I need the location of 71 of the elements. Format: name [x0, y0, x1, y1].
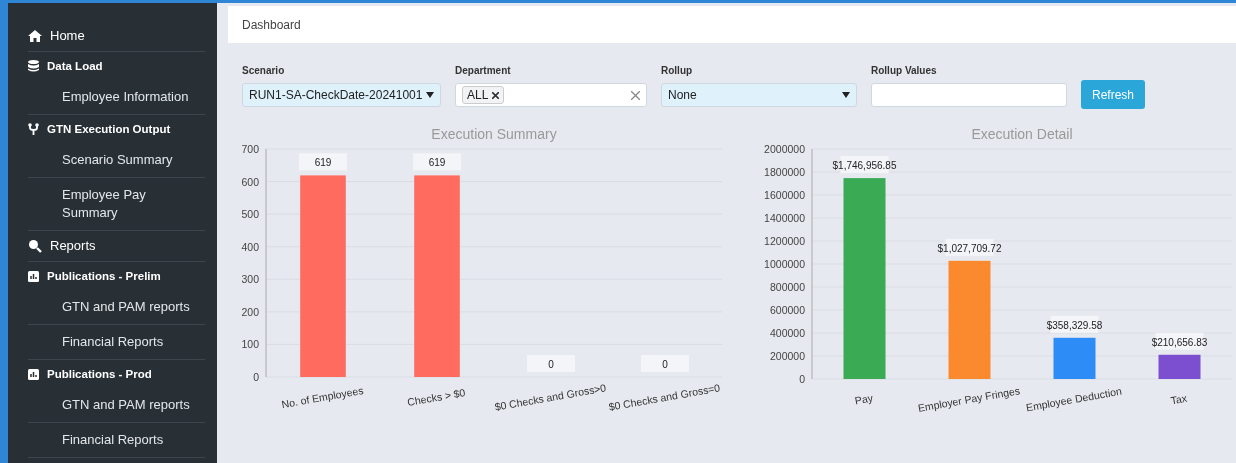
axis-tick-label: 800000 — [769, 281, 805, 293]
bar-chart-icon — [28, 368, 39, 380]
chart-title: Execution Summary — [431, 126, 557, 142]
value-label: $1,027,709.72 — [937, 238, 1002, 256]
home-icon — [28, 30, 42, 42]
sidebar-item[interactable]: Employee Information — [62, 88, 189, 106]
field-label: Rollup Values — [871, 65, 938, 76]
database-icon — [28, 60, 39, 72]
sidebar-item[interactable]: GTN Execution Output — [47, 120, 171, 138]
value-label: $1,746,956.85 — [832, 156, 897, 174]
rollup-values-field[interactable] — [871, 83, 1067, 107]
bar — [1158, 354, 1201, 379]
sidebar-item[interactable]: Financial Reports — [62, 431, 164, 449]
tag-chip[interactable]: ALL — [462, 86, 505, 104]
sidebar-item[interactable]: Financial Reports — [62, 333, 164, 351]
sidebar-item[interactable]: Scenario Summary — [62, 151, 173, 169]
axis-tick-label: 600000 — [769, 304, 805, 316]
department-multiselect[interactable]: ALL — [455, 83, 647, 107]
axis-tick-label: 400 — [241, 240, 259, 253]
axis-tick-label: 1200000 — [764, 235, 805, 247]
value-label: 619 — [299, 153, 347, 171]
field-label: Rollup — [661, 65, 694, 76]
axis-category-label: No. of Employees — [280, 383, 365, 411]
sidebar-item[interactable]: GTN and PAM reports — [62, 298, 190, 316]
fork-icon — [28, 123, 39, 135]
field-label: Scenario — [242, 65, 286, 76]
caret-icon — [426, 92, 434, 98]
axis-category-label: Employer Pay Fringes — [916, 384, 1021, 414]
sidebar-item[interactable]: Data Load — [47, 57, 103, 75]
axis-category-label: $0 Checks and Gross>0 — [493, 381, 607, 413]
axis-tick-label: 100 — [241, 338, 259, 351]
scenario-dropdown[interactable]: RUN1-SA-CheckDate-20241001 — [242, 83, 441, 107]
axis-tick-label: 2000000 — [764, 143, 805, 155]
bar — [1053, 337, 1096, 379]
sidebar-item[interactable]: Publications - Prelim — [47, 267, 161, 285]
value-label: 0 — [641, 355, 689, 372]
sidebar-item[interactable]: Reports — [50, 237, 96, 255]
axis-tick-label: 0 — [799, 373, 805, 385]
axis-tick-label: 300 — [241, 273, 259, 286]
sidebar-item[interactable]: GTN and PAM reports — [62, 396, 190, 414]
bar-chart-icon — [28, 270, 39, 282]
value-label: $358,329.58 — [1046, 315, 1103, 333]
axis-category-label: Employee Deduction — [1025, 384, 1123, 414]
axis-tick-label: 1600000 — [764, 189, 805, 201]
axis-tick-label: 400000 — [769, 327, 805, 339]
axis-category-label: Tax — [1169, 391, 1188, 407]
axis-tick-label: 0 — [253, 371, 259, 383]
axis-category-label: $0 Checks and Gross=0 — [607, 381, 721, 413]
axis-tick-label: 600 — [241, 175, 259, 188]
axis-tick-label: 1400000 — [764, 212, 805, 224]
axis-tick-label: 500 — [241, 208, 259, 221]
field-label: Department — [455, 65, 512, 76]
clear-icon[interactable] — [631, 90, 640, 100]
rollup-dropdown[interactable]: None — [661, 83, 857, 107]
axis-tick-label: 1000000 — [764, 258, 805, 270]
sidebar-item[interactable]: Publications - Prod — [47, 365, 152, 383]
close-icon[interactable] — [492, 91, 500, 99]
value-label: 0 — [527, 355, 575, 372]
axis-tick-label: 1800000 — [764, 166, 805, 178]
chart-title: Execution Detail — [971, 126, 1073, 142]
axis-tick-label: 200 — [241, 305, 259, 318]
axis-category-label: Pay — [853, 391, 874, 407]
breadcrumb[interactable]: Dashboard — [242, 17, 301, 32]
search-icon — [28, 239, 42, 253]
axis-tick-label: 700 — [241, 143, 259, 155]
sidebar-item[interactable]: Employee Pay Summary — [62, 186, 205, 222]
axis-category-label: Checks > $0 — [406, 386, 467, 409]
value-label: 619 — [413, 153, 461, 171]
caret-icon — [842, 92, 850, 98]
axis-tick-label: 200000 — [769, 350, 805, 362]
sidebar-item[interactable]: Home — [50, 27, 85, 45]
